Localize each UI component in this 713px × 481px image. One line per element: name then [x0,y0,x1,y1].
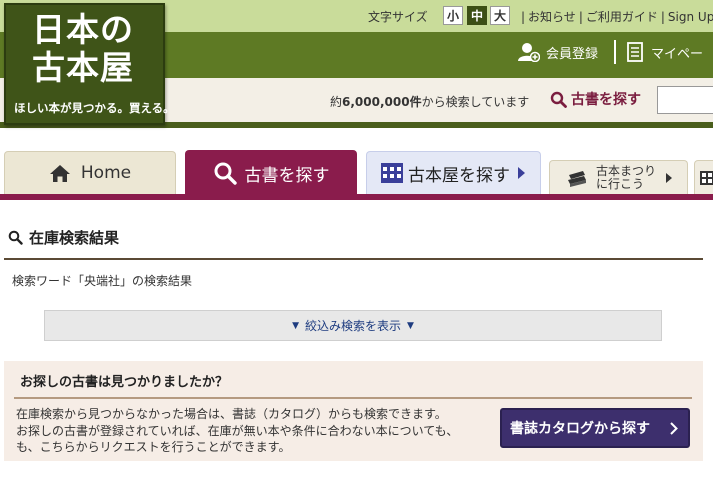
link-guide[interactable]: ご利用ガイド [586,10,658,24]
search-icon [550,91,567,108]
top-links: | お知らせ | ご利用ガイド | Sign Up [518,8,713,25]
refine-search-toggle-label: 絞込み検索を表示 [304,319,401,333]
nav-divider-rule [0,194,713,200]
header-link-divider [614,40,616,64]
page-title: 在庫検索結果 [8,227,119,248]
festival-line-1: 古本まつり [596,163,657,178]
link-separator: | [578,10,583,24]
stock-prefix: 約 [330,95,343,109]
not-found-line: お探しの古書が登録されていれば、在庫が無い本や条件に合わない本についても、 [16,423,459,438]
tab-search-stores-label: 古本屋を探す [408,165,510,186]
user-add-icon [518,43,540,62]
triangle-down-icon: ▼ [407,320,414,331]
tab-search-books-label: 古書を探す [244,165,330,186]
chevron-right-icon [670,422,678,435]
refine-search-toggle[interactable]: ▼ 絞込み検索を表示 ▼ [44,310,662,341]
font-size-medium-button[interactable]: 中 [467,6,487,25]
not-found-description: 在庫検索から見つからなかった場合は、書誌（カタログ）からも検索できます。 お探し… [16,406,496,456]
stock-count-number: 6,000,000件 [342,95,422,109]
member-register-link[interactable]: 会員登録 [518,40,598,64]
festival-line-2: に行こう [596,176,645,191]
caret-right-icon [518,167,525,179]
mypage-label: マイペー [651,46,704,62]
site-logo[interactable]: 日本の 古本屋 ほしい本が見つかる。買える。 [4,3,175,125]
link-news[interactable]: お知らせ [528,10,576,24]
catalog-search-button-label: 書誌カタログから探す [510,421,650,437]
not-found-line: も、こちらからリクエストを行うことができます。 [16,440,291,454]
tab-book-festival-label: 古本まつり に行こう [596,163,657,191]
tab-book-festival[interactable]: 古本まつり に行こう [549,160,688,194]
logo-line-2: 古本屋 [32,48,134,87]
member-register-label: 会員登録 [546,46,599,62]
home-icon [49,164,70,182]
triangle-down-icon: ▼ [292,320,299,331]
not-found-title: お探しの古書は見つかりましたか？ [20,375,229,390]
header-search-label-text: 古書を探す [571,92,641,108]
not-found-rule [14,397,692,399]
search-icon [214,162,237,185]
document-icon [627,42,643,62]
link-separator: | [521,10,526,24]
catalog-search-button[interactable]: 書誌カタログから探す [500,408,690,448]
search-keyword-text: 検索ワード「央端社」の検索結果 [12,274,193,288]
tab-search-stores[interactable]: 古本屋を探す [366,151,541,194]
store-grid-icon [381,163,403,183]
logo-tagline: ほしい本が見つかる。買える。 [14,101,175,115]
header-search-input[interactable] [657,86,713,114]
tab-home-label: Home [80,163,132,183]
tab-home[interactable]: Home [4,151,176,194]
page-title-text: 在庫検索結果 [29,229,120,247]
link-separator: | [660,10,665,24]
tab-more[interactable] [694,160,713,194]
font-size-label: 文字サイズ [368,10,428,24]
caret-right-icon [666,172,673,183]
books-icon [568,170,586,187]
tab-search-books[interactable]: 古書を探す [185,150,357,196]
stock-suffix: から検索しています [421,95,530,109]
logo-line-1: 日本の [32,10,134,49]
grid-icon [700,170,713,185]
link-sign-up[interactable]: Sign Up [668,10,713,24]
font-size-large-button[interactable]: 大 [490,6,510,25]
header-search-label[interactable]: 古書を探す [550,88,641,110]
mypage-link[interactable]: マイペー [627,40,703,64]
not-found-line: 在庫検索から見つからなかった場合は、書誌（カタログ）からも検索できます。 [16,407,447,421]
search-icon [8,230,23,245]
stock-count-text: 約6,000,000件から検索しています [330,93,529,110]
font-size-small-button[interactable]: 小 [443,6,463,25]
heading-rule [4,258,703,260]
